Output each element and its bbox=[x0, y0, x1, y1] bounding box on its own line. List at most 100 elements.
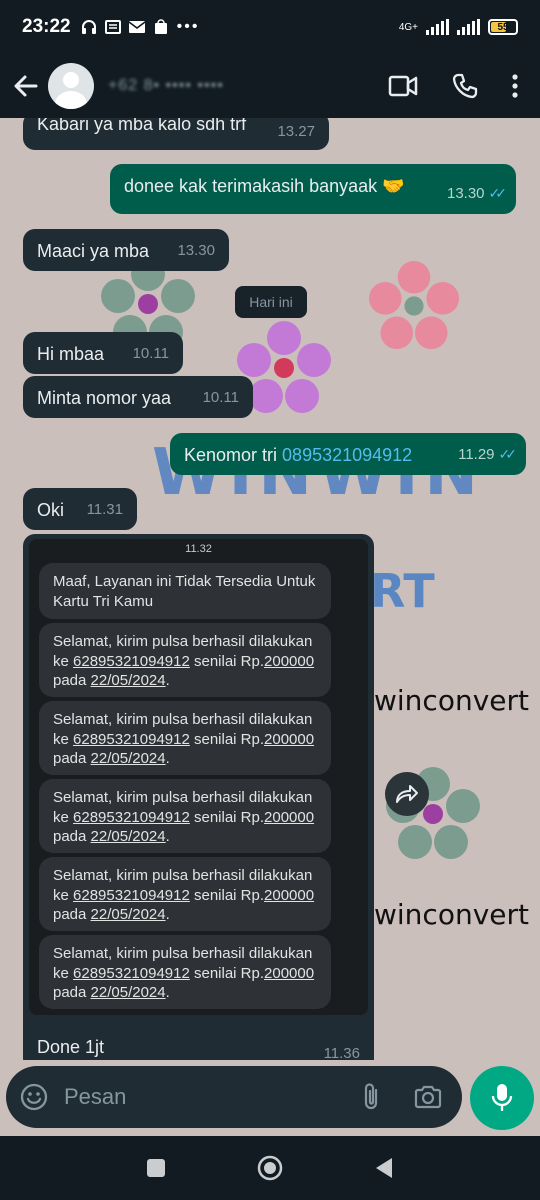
message-text: Kenomor tri bbox=[184, 445, 283, 465]
emoji-icon[interactable] bbox=[20, 1083, 48, 1111]
more-notifications-icon: ••• bbox=[176, 18, 200, 35]
video-call-icon[interactable] bbox=[388, 75, 418, 97]
mail-icon bbox=[128, 21, 145, 33]
sms-text: pada bbox=[53, 750, 91, 767]
battery-level: 55 bbox=[497, 21, 509, 33]
recent-apps-icon[interactable] bbox=[146, 1158, 166, 1178]
battery-icon: 55 bbox=[488, 19, 518, 35]
message-time: 11.36 bbox=[323, 1045, 360, 1060]
message-text: donee kak terimakasih banyaak 🤝 bbox=[124, 176, 405, 196]
back-nav-icon[interactable] bbox=[374, 1157, 394, 1179]
sms-number: 62895321094912 bbox=[73, 964, 190, 982]
message-input-placeholder[interactable]: Pesan bbox=[64, 1084, 362, 1110]
sms-message: Selamat, kirim pulsa berhasil dilakukan … bbox=[39, 857, 331, 931]
sms-date: 22/05/2024 bbox=[90, 828, 166, 845]
sms-amount: 200000 bbox=[264, 964, 315, 982]
wallpaper-text: RT bbox=[370, 564, 435, 618]
message-bubble-outgoing[interactable]: Kenomor tri 0895321094912 11.29 ✓✓ bbox=[170, 433, 526, 475]
sms-text: . bbox=[165, 672, 170, 689]
message-status: 11.29 ✓✓ bbox=[458, 442, 518, 467]
microphone-icon bbox=[491, 1084, 513, 1111]
wallpaper-text: winconvert bbox=[374, 684, 529, 717]
chat-area[interactable]: WINWIN RT winconvert winconvert Kabari y… bbox=[0, 118, 540, 1060]
message-bubble-incoming[interactable]: Kabari ya mba kalo sdh trf 13.27 bbox=[23, 118, 329, 150]
sms-text: senilai Rp. bbox=[189, 964, 265, 982]
message-time: 10.11 bbox=[202, 389, 239, 406]
system-navigation-bar bbox=[0, 1136, 540, 1200]
sms-text: . bbox=[165, 828, 170, 845]
headphones-icon bbox=[81, 20, 96, 34]
message-text: Kabari ya mba kalo sdh trf bbox=[37, 118, 247, 134]
shopping-bag-icon bbox=[154, 19, 167, 34]
more-options-icon[interactable] bbox=[512, 74, 518, 98]
sms-amount: 200000 bbox=[264, 808, 315, 826]
sms-text: senilai Rp. bbox=[189, 808, 265, 826]
message-time: 11.29 bbox=[458, 446, 495, 463]
sms-text: . bbox=[165, 750, 170, 767]
message-text: Minta nomor yaa bbox=[37, 388, 172, 408]
sms-date: 22/05/2024 bbox=[90, 906, 166, 923]
sms-text: pada bbox=[53, 906, 91, 923]
chat-header: +62 8• •••• •••• bbox=[0, 54, 540, 118]
sms-text: Maaf, Layanan ini Tidak Tersedia Untuk K… bbox=[53, 573, 316, 610]
contact-name[interactable]: +62 8• •••• •••• bbox=[108, 77, 224, 95]
date-chip: Hari ini bbox=[235, 286, 307, 318]
message-bubble-incoming[interactable]: Oki 11.31 bbox=[23, 488, 137, 530]
status-time: 23:22 bbox=[22, 16, 71, 37]
network-type: 4G+ bbox=[398, 21, 418, 33]
message-bubble-incoming[interactable]: Minta nomor yaa 10.11 bbox=[23, 376, 253, 418]
sms-date: 22/05/2024 bbox=[90, 984, 166, 1001]
sms-message: Selamat, kirim pulsa berhasil dilakukan … bbox=[39, 779, 331, 853]
screenshot-time: 11.32 bbox=[185, 543, 212, 555]
sms-message: Maaf, Layanan ini Tidak Tersedia Untuk K… bbox=[39, 563, 331, 619]
sms-text: senilai Rp. bbox=[189, 886, 265, 904]
message-input-bar: Pesan bbox=[0, 1060, 540, 1136]
message-time: 11.31 bbox=[86, 501, 123, 518]
message-time: 13.30 bbox=[446, 185, 485, 202]
sms-text: senilai Rp. bbox=[189, 730, 265, 748]
sms-message: Selamat, kirim pulsa berhasil dilakukan … bbox=[39, 701, 331, 775]
message-text: Oki bbox=[37, 500, 64, 520]
sms-number: 62895321094912 bbox=[73, 652, 190, 670]
wallpaper-text: winconvert bbox=[374, 898, 529, 931]
message-bubble-incoming[interactable]: Maaci ya mba 13.30 bbox=[23, 229, 229, 271]
read-receipt-icon: ✓✓ bbox=[498, 446, 518, 462]
sms-screenshot-image[interactable]: 11.32 Maaf, Layanan ini Tidak Tersedia U… bbox=[29, 539, 368, 1015]
sms-message: Selamat, kirim pulsa berhasil dilakukan … bbox=[39, 623, 331, 697]
sms-amount: 200000 bbox=[264, 886, 315, 904]
image-message-bubble[interactable]: 11.32 Maaf, Layanan ini Tidak Tersedia U… bbox=[23, 534, 374, 1060]
sms-number: 62895321094912 bbox=[73, 886, 190, 904]
message-status: 13.30 ✓✓ bbox=[446, 181, 508, 206]
message-text: Maaci ya mba bbox=[37, 241, 150, 261]
signal-icon-2 bbox=[457, 19, 480, 35]
attachment-icon[interactable] bbox=[362, 1082, 380, 1112]
sms-amount: 200000 bbox=[264, 652, 315, 670]
forward-icon[interactable] bbox=[385, 772, 429, 816]
phone-number-link[interactable]: 0895321094912 bbox=[282, 445, 412, 465]
message-bubble-incoming[interactable]: Hi mbaa 10.11 bbox=[23, 332, 183, 374]
image-caption: Done 1jt bbox=[37, 1037, 105, 1057]
sms-amount: 200000 bbox=[264, 730, 315, 748]
sms-message: Selamat, kirim pulsa berhasil dilakukan … bbox=[39, 935, 331, 1009]
avatar[interactable] bbox=[48, 63, 94, 109]
flower-decoration bbox=[368, 260, 460, 350]
sms-number: 62895321094912 bbox=[73, 808, 190, 826]
message-time: 13.27 bbox=[277, 123, 315, 140]
news-icon bbox=[104, 20, 121, 34]
read-receipt-icon: ✓✓ bbox=[488, 185, 508, 201]
message-bubble-outgoing[interactable]: donee kak terimakasih banyaak 🤝 13.30 ✓✓ bbox=[110, 164, 516, 214]
back-arrow-icon[interactable] bbox=[12, 72, 40, 100]
message-input[interactable]: Pesan bbox=[6, 1066, 462, 1128]
sms-number: 62895321094912 bbox=[73, 730, 190, 748]
signal-icon bbox=[426, 19, 449, 35]
camera-icon[interactable] bbox=[414, 1085, 442, 1109]
sms-text: pada bbox=[53, 828, 91, 845]
home-icon[interactable] bbox=[257, 1155, 283, 1181]
notification-icons: ••• bbox=[81, 18, 200, 36]
microphone-button[interactable] bbox=[470, 1066, 534, 1130]
message-text: Hi mbaa bbox=[37, 344, 105, 364]
sms-date: 22/05/2024 bbox=[90, 750, 166, 767]
message-time: 13.30 bbox=[177, 242, 215, 259]
sms-text: senilai Rp. bbox=[189, 652, 265, 670]
voice-call-icon[interactable] bbox=[452, 73, 478, 99]
